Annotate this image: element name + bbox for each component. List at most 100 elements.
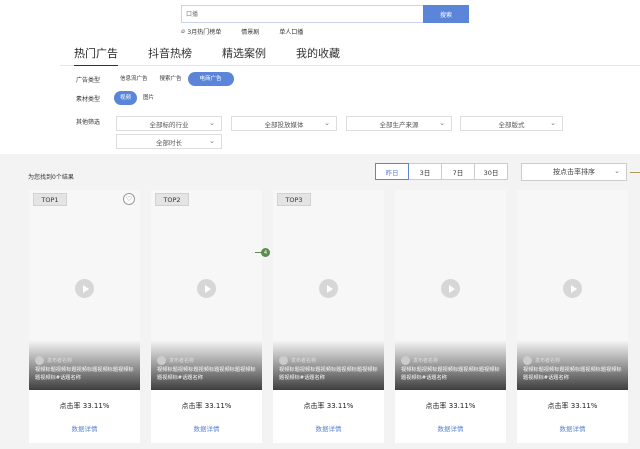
avatar	[35, 356, 44, 365]
author: 发布者名称	[279, 356, 316, 365]
rank-badge: TOP2	[155, 193, 189, 206]
video-thumbnail[interactable]: 发布者名称 视频标题视频标题视频标题视频标题视频标题视频标#话题名称	[395, 190, 506, 390]
video-thumbnail[interactable]: TOP3 发布者名称 视频标题视频标题视频标题视频标题视频标题视频标#话题名称	[273, 190, 384, 390]
author: 发布者名称	[35, 356, 72, 365]
click-rate: 点击率 33.11%	[181, 402, 232, 410]
video-card[interactable]: TOP3 发布者名称 视频标题视频标题视频标题视频标题视频标题视频标#话题名称 …	[273, 190, 384, 443]
dropdown-media[interactable]: 全部投放媒体 ⌄	[231, 116, 337, 131]
annotation-marker: 4	[255, 248, 270, 257]
click-rate: 点击率 33.11%	[547, 402, 598, 410]
filter-option-feed[interactable]: 信息流广告	[114, 72, 154, 86]
click-rate: 点击率 33.11%	[425, 402, 476, 410]
data-detail-link[interactable]: 数据详情	[273, 423, 384, 433]
range-30d[interactable]: 30日	[474, 163, 508, 180]
search-bar: 搜索	[181, 5, 469, 23]
hot-link-hot-list[interactable]: 🔥︎ 3月热门榜单	[181, 27, 222, 37]
dropdown-source[interactable]: 全部生产来源 ⌄	[346, 116, 452, 131]
author: 发布者名称	[401, 356, 438, 365]
results-count: 为您找到0个结果	[28, 174, 74, 181]
chevron-down-icon: ⌄	[209, 137, 215, 145]
data-detail-link[interactable]: 数据详情	[395, 423, 506, 433]
chevron-down-icon: ⌄	[550, 119, 556, 127]
hot-link-label: 3月热门榜单	[187, 29, 222, 36]
range-yesterday[interactable]: 昨日	[375, 163, 409, 180]
thumbnail-shade	[273, 340, 384, 390]
tab-favorites[interactable]: 我的收藏	[282, 44, 354, 66]
play-icon[interactable]	[441, 279, 460, 298]
rank-badge: TOP1	[33, 193, 67, 206]
avatar	[279, 356, 288, 365]
data-detail-link[interactable]: 数据详情	[151, 423, 262, 433]
data-detail-link[interactable]: 数据详情	[517, 423, 628, 433]
video-card[interactable]: 发布者名称 视频标题视频标题视频标题视频标题视频标题视频标#话题名称 点击率 3…	[517, 190, 628, 443]
chevron-down-icon: ⌄	[324, 119, 330, 127]
avatar	[157, 356, 166, 365]
tab-douyin-hot[interactable]: 抖音热榜	[134, 44, 206, 66]
author-name: 发布者名称	[47, 358, 73, 364]
video-title: 视频标题视频标题视频标题视频标题视频标题视频标#话题名称	[35, 367, 134, 381]
data-detail-link[interactable]: 数据详情	[29, 423, 140, 433]
search-button[interactable]: 搜索	[423, 5, 469, 23]
click-rate: 点击率 33.11%	[303, 402, 354, 410]
range-3d[interactable]: 3日	[408, 163, 442, 180]
dropdown-label: 全部时长	[156, 138, 182, 147]
chevron-down-icon: ⌄	[614, 167, 620, 175]
video-card[interactable]: 发布者名称 视频标题视频标题视频标题视频标题视频标题视频标#话题名称 点击率 3…	[395, 190, 506, 443]
sort-label: 按点击率排序	[553, 168, 595, 176]
video-title: 视频标题视频标题视频标题视频标题视频标题视频标#话题名称	[157, 367, 256, 381]
marker-dot: 4	[261, 248, 270, 257]
hot-link-sitcom[interactable]: 情景剧	[241, 27, 259, 36]
time-range-group: 昨日 3日 7日 30日	[375, 163, 508, 180]
video-thumbnail[interactable]: TOP2 发布者名称 视频标题视频标题视频标题视频标题视频标题视频标#话题名称	[151, 190, 262, 390]
video-card[interactable]: TOP2 发布者名称 视频标题视频标题视频标题视频标题视频标题视频标#话题名称 …	[151, 190, 262, 443]
author-name: 发布者名称	[535, 358, 561, 364]
avatar	[401, 356, 410, 365]
range-7d[interactable]: 7日	[441, 163, 475, 180]
filter-material-type: 素材类型 视频 图片	[76, 91, 160, 105]
edge-line	[630, 172, 640, 173]
filter-ad-type: 广告类型 信息流广告 搜索广告 电商广告	[76, 72, 234, 86]
author-name: 发布者名称	[413, 358, 439, 364]
dropdown-label: 全部投放媒体	[264, 120, 304, 129]
video-thumbnail[interactable]: 发布者名称 视频标题视频标题视频标题视频标题视频标题视频标#话题名称	[517, 190, 628, 390]
filter-option-ecommerce[interactable]: 电商广告	[187, 72, 234, 86]
play-icon[interactable]	[563, 279, 582, 298]
video-title: 视频标题视频标题视频标题视频标题视频标题视频标#话题名称	[279, 367, 378, 381]
dropdown-duration[interactable]: 全部时长 ⌄	[116, 134, 222, 149]
play-icon[interactable]	[75, 279, 94, 298]
dropdown-format[interactable]: 全部版式 ⌄	[460, 116, 563, 131]
avatar	[523, 356, 532, 365]
filter-panel: 广告类型 信息流广告 搜索广告 电商广告 素材类型 视频 图片 其他筛选 全部标…	[0, 66, 640, 154]
thumbnail-shade	[29, 340, 140, 390]
dropdown-industry[interactable]: 全部标的行业 ⌄	[116, 116, 222, 131]
hot-links: 🔥︎ 3月热门榜单 情景剧 单人口播	[181, 27, 303, 37]
video-thumbnail[interactable]: TOP1 ♡ 发布者名称 视频标题视频标题视频标题视频标题视频标题视频标#话题名…	[29, 190, 140, 390]
filter-option-image[interactable]: 图片	[137, 91, 160, 105]
author: 发布者名称	[523, 356, 560, 365]
author: 发布者名称	[157, 356, 194, 365]
author-name: 发布者名称	[291, 358, 317, 364]
heart-icon[interactable]: ♡	[123, 193, 135, 205]
click-rate: 点击率 33.11%	[59, 402, 110, 410]
filter-label: 广告类型	[76, 76, 101, 84]
thumbnail-shade	[395, 340, 506, 390]
video-title: 视频标题视频标题视频标题视频标题视频标题视频标#话题名称	[523, 367, 622, 381]
fire-icon: 🔥︎	[181, 27, 186, 35]
dropdown-label: 全部版式	[498, 120, 525, 129]
play-icon[interactable]	[197, 279, 216, 298]
filter-label: 其他筛选	[76, 119, 101, 126]
chevron-down-icon: ⌄	[439, 119, 445, 127]
dropdown-label: 全部标的行业	[149, 120, 189, 129]
dropdown-label: 全部生产来源	[379, 120, 419, 129]
author-name: 发布者名称	[169, 358, 195, 364]
filter-option-search[interactable]: 搜索广告	[154, 72, 188, 86]
sort-dropdown[interactable]: 按点击率排序 ⌄	[521, 163, 627, 181]
play-icon[interactable]	[319, 279, 338, 298]
rank-badge: TOP3	[277, 193, 311, 206]
filter-option-video[interactable]: 视频	[114, 91, 138, 105]
tab-hot-ads[interactable]: 热门广告	[60, 44, 132, 67]
tab-featured-cases[interactable]: 精选案例	[208, 44, 280, 66]
hot-link-solo[interactable]: 单人口播	[279, 27, 303, 36]
video-card[interactable]: TOP1 ♡ 发布者名称 视频标题视频标题视频标题视频标题视频标题视频标#话题名…	[29, 190, 140, 443]
search-input[interactable]	[181, 5, 423, 23]
